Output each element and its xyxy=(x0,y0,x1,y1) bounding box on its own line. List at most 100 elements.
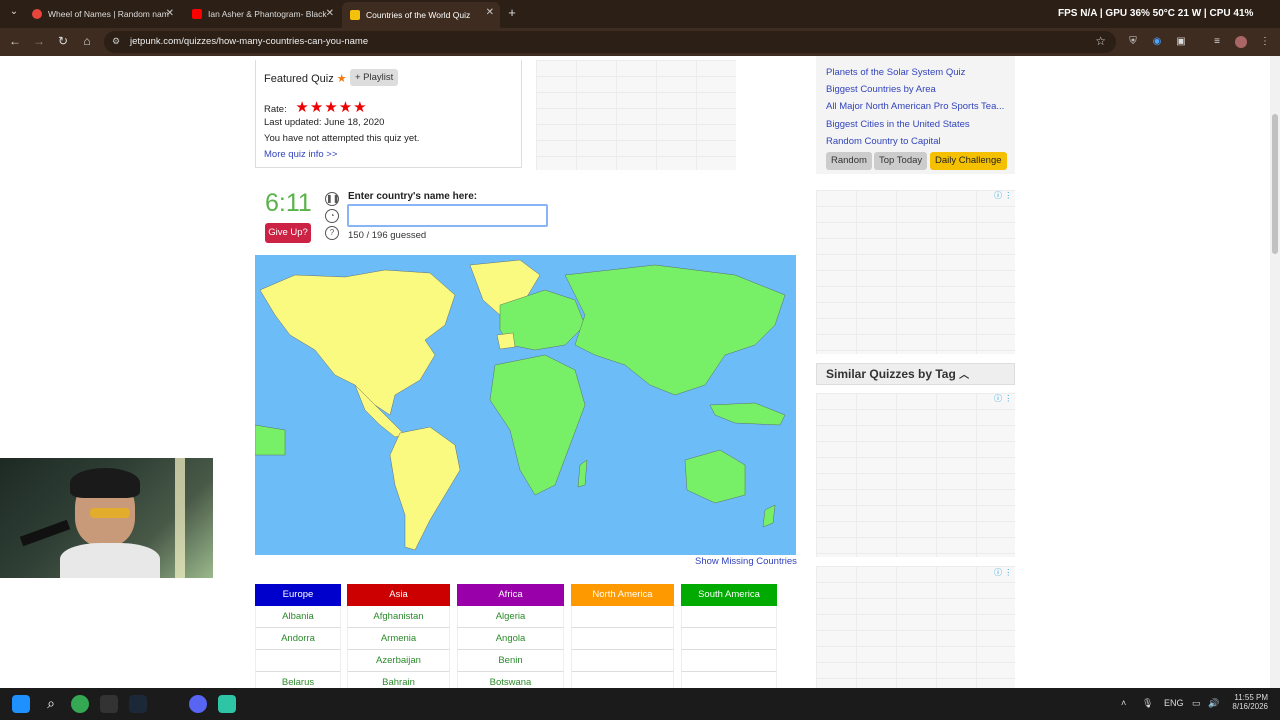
country-cell: Angola xyxy=(457,628,564,650)
similar-quizzes-header[interactable]: Similar Quizzes by Tag ︿ xyxy=(816,363,1015,385)
western-patch xyxy=(255,424,286,456)
related-quiz-link[interactable]: Random Country to Capital xyxy=(826,136,1011,147)
random-button[interactable]: Random xyxy=(826,152,872,170)
country-cell: Armenia xyxy=(347,628,450,650)
last-updated: Last updated: June 18, 2020 xyxy=(264,117,385,128)
show-missing-countries-link[interactable]: Show Missing Countries xyxy=(695,556,797,567)
related-quiz-link[interactable]: Biggest Cities in the United States xyxy=(826,119,1011,130)
ad-info-icon[interactable]: ⓘ ⋮ xyxy=(994,190,1012,201)
related-quiz-link[interactable]: Planets of the Solar System Quiz xyxy=(826,67,1011,78)
discord-icon[interactable] xyxy=(189,695,207,713)
column-header: Europe xyxy=(255,584,341,606)
similar-quizzes-title: Similar Quizzes by Tag xyxy=(826,367,956,381)
microphone-arm xyxy=(19,519,71,547)
new-tab-button[interactable]: + xyxy=(504,5,520,20)
windows-start-icon[interactable] xyxy=(12,695,30,713)
column-header: Asia xyxy=(347,584,450,606)
world-map xyxy=(255,255,796,555)
ad-placeholder xyxy=(816,190,1015,354)
back-icon[interactable]: ← xyxy=(7,34,23,48)
home-icon[interactable]: ⌂ xyxy=(79,34,95,48)
address-bar-row: ← → ↻ ⌂ ⚙ jetpunk.com/quizzes/how-many-c… xyxy=(0,28,1280,56)
epic-games-icon[interactable] xyxy=(100,695,118,713)
shield-icon[interactable]: ⛨ xyxy=(1127,36,1139,48)
star-icon[interactable]: ★ xyxy=(310,99,323,116)
tab-youtube[interactable]: Ian Asher & Phantogram- Black ✕ xyxy=(184,3,340,25)
country-cell xyxy=(681,628,777,650)
ad-info-icon[interactable]: ⓘ ⋮ xyxy=(994,393,1012,404)
ad-info-icon[interactable]: ⓘ ⋮ xyxy=(994,567,1012,578)
tab-search-icon[interactable]: ⌄ xyxy=(6,6,22,17)
url-box[interactable]: ⚙ jetpunk.com/quizzes/how-many-countries… xyxy=(104,31,1116,53)
help-icon[interactable]: ? xyxy=(325,226,339,240)
pause-icon[interactable]: ❚❚ xyxy=(325,192,339,206)
country-cell: Benin xyxy=(457,650,564,672)
profile-avatar-icon[interactable] xyxy=(1235,36,1247,48)
windows-taskbar: ⌕ ˄ 🎙 ENG ▭ 🔊 11:55 PM 8/16/2026 xyxy=(0,688,1280,720)
country-cell xyxy=(571,672,674,688)
network-icon[interactable]: ▭ xyxy=(1192,698,1201,709)
clock[interactable]: 11:55 PM 8/16/2026 xyxy=(1230,693,1268,711)
playlist-button[interactable]: + Playlist xyxy=(350,69,399,86)
language-indicator[interactable]: ENG xyxy=(1164,698,1184,708)
tab-title: Countries of the World Quiz xyxy=(366,10,471,20)
related-quiz-link[interactable]: Biggest Countries by Area xyxy=(826,84,1011,95)
microphone-icon[interactable]: 🎙 xyxy=(1142,698,1153,709)
media-control-icon[interactable]: ≡ xyxy=(1211,36,1223,48)
column-north-america: North America xyxy=(571,584,674,688)
column-header: North America xyxy=(571,584,674,606)
extension-sound-icon[interactable]: ◉ xyxy=(1151,36,1163,48)
column-europe: Europe Albania Andorra Belarus xyxy=(255,584,341,688)
tab-countries-quiz[interactable]: Countries of the World Quiz ✕ xyxy=(342,2,500,28)
quiz-info-box: Featured Quiz ★ + Playlist Rate: ★★★★★ L… xyxy=(255,60,522,168)
performance-overlay: FPS N/A | GPU 36% 50°C 21 W | CPU 41% xyxy=(1058,8,1254,19)
ad-placeholder xyxy=(816,393,1015,557)
country-cell: Botswana xyxy=(457,672,564,688)
country-answer-input[interactable] xyxy=(347,204,548,227)
close-tab-icon[interactable]: ✕ xyxy=(486,7,494,18)
youtube-favicon-icon xyxy=(192,9,202,19)
iberia xyxy=(496,332,516,350)
search-icon[interactable]: ⌕ xyxy=(42,695,60,713)
chrome-icon[interactable] xyxy=(71,695,89,713)
quiz-timer: 6:11 xyxy=(265,189,312,217)
star-icon[interactable]: ★ xyxy=(353,99,366,116)
top-today-button[interactable]: Top Today xyxy=(874,152,928,170)
clock-time: 11:55 PM xyxy=(1234,693,1268,702)
steam-icon[interactable] xyxy=(129,695,147,713)
related-quizzes-box: Planets of the Solar System Quiz Biggest… xyxy=(816,56,1015,174)
webcam-overlay xyxy=(0,458,213,578)
star-icon[interactable]: ★ xyxy=(295,99,308,116)
featured-star-icon: ★ xyxy=(336,73,347,85)
scrollbar-thumb[interactable] xyxy=(1272,114,1278,254)
attempt-status: You have not attempted this quiz yet. xyxy=(264,133,420,144)
tab-wheel-of-names[interactable]: Wheel of Names | Random nam ✕ xyxy=(24,3,180,25)
rating-stars[interactable]: ★★★★★ xyxy=(295,99,367,116)
close-tab-icon[interactable]: ✕ xyxy=(326,8,334,19)
chevron-up-icon[interactable]: ︿ xyxy=(959,370,969,381)
app-icon[interactable] xyxy=(218,695,236,713)
extensions-puzzle-icon[interactable]: ▣ xyxy=(1175,36,1187,48)
country-cell xyxy=(681,650,777,672)
star-icon[interactable]: ★ xyxy=(324,99,337,116)
reload-icon[interactable]: ↻ xyxy=(55,34,71,48)
forward-icon[interactable]: → xyxy=(31,34,47,48)
more-quiz-info-link[interactable]: More quiz info >> xyxy=(264,149,337,160)
browser-menu-icon[interactable]: ⋮ xyxy=(1259,36,1271,48)
related-quiz-link[interactable]: All Major North American Pro Sports Tea.… xyxy=(826,101,1011,112)
ad-placeholder xyxy=(536,60,736,170)
daily-challenge-button[interactable]: Daily Challenge xyxy=(930,152,1007,170)
country-cell: Bahrain xyxy=(347,672,450,688)
clock-icon[interactable]: ◔ xyxy=(325,209,339,223)
sunglasses xyxy=(90,508,130,518)
site-info-icon[interactable]: ⚙ xyxy=(112,36,120,47)
tray-overflow-icon[interactable]: ˄ xyxy=(1121,698,1126,708)
volume-icon[interactable]: 🔊 xyxy=(1208,698,1219,709)
give-up-button[interactable]: Give Up? xyxy=(265,223,311,243)
featured-text: Featured Quiz xyxy=(264,73,334,85)
ad-placeholder xyxy=(816,566,1015,688)
close-tab-icon[interactable]: ✕ xyxy=(166,8,174,19)
bookmark-star-icon[interactable]: ☆ xyxy=(1095,34,1106,48)
tab-title: Ian Asher & Phantogram- Black xyxy=(208,9,327,19)
star-icon[interactable]: ★ xyxy=(339,99,352,116)
